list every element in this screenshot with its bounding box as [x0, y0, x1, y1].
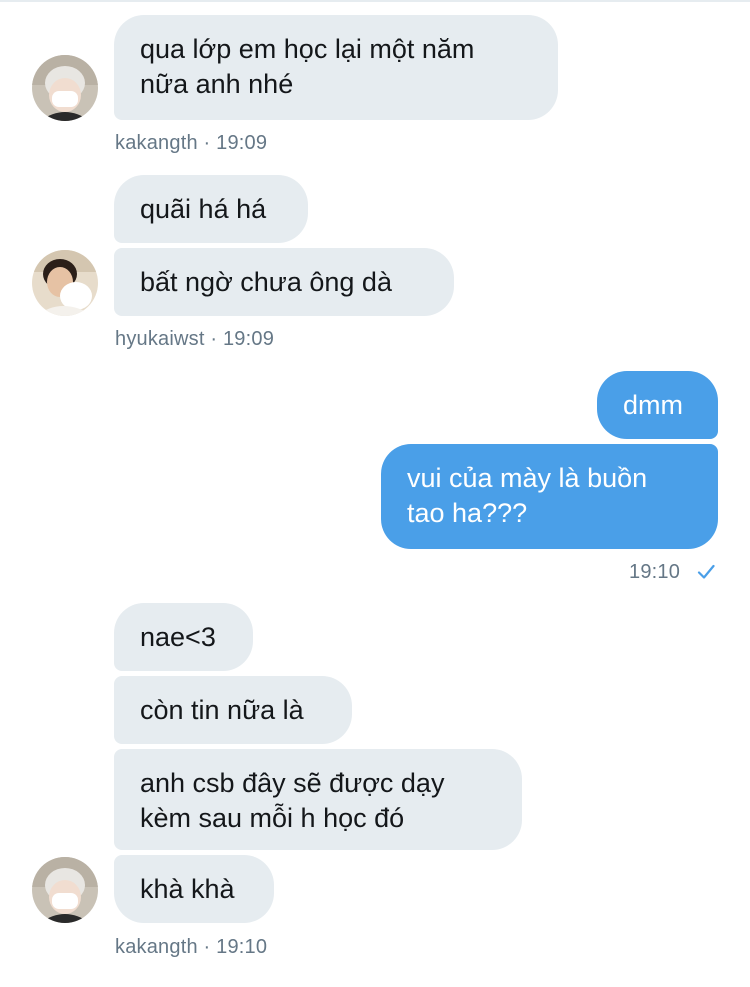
message-text-line: nae<3: [140, 622, 216, 652]
message-bubble-outgoing[interactable]: vui của mày là buồn tao ha???: [381, 444, 718, 549]
message-text-line: còn tin nữa là: [140, 695, 304, 725]
message-text-line: dmm: [623, 390, 683, 420]
message-bubble-incoming[interactable]: bất ngờ chưa ông dà: [114, 248, 454, 316]
message-text-line: kèm sau mỗi h học đó: [140, 803, 405, 833]
avatar-hyukaiwst[interactable]: [32, 250, 98, 316]
message-bubble-incoming[interactable]: khà khà: [114, 855, 274, 923]
message-text-line: bất ngờ chưa ông dà: [140, 267, 392, 297]
message-meta: 19:10: [629, 561, 681, 583]
message-bubble-outgoing[interactable]: dmm: [597, 371, 718, 439]
message-text-line: nữa anh nhé: [140, 69, 294, 99]
message-bubble-incoming[interactable]: anh csb đây sẽ được dạy kèm sau mỗi h họ…: [114, 749, 522, 850]
message-text-line: anh csb đây sẽ được dạy: [140, 768, 445, 798]
message-text-line: qua lớp em học lại một năm: [140, 34, 475, 64]
message-meta: kakangth · 19:09: [115, 132, 268, 154]
message-text-line: khà khà: [140, 874, 235, 904]
message-bubble-incoming[interactable]: qua lớp em học lại một năm nữa anh nhé: [114, 15, 558, 120]
message-bubble-incoming[interactable]: còn tin nữa là: [114, 676, 352, 744]
message-bubble-incoming[interactable]: nae<3: [114, 603, 253, 671]
read-check-icon: [697, 564, 715, 579]
message-bubble-incoming[interactable]: quãi há há: [114, 175, 308, 243]
message-text-line: quãi há há: [140, 194, 267, 224]
message-text-line: vui của mày là buồn: [407, 463, 648, 493]
message-meta: kakangth · 19:10: [115, 936, 268, 958]
message-text-line: tao ha???: [407, 498, 528, 528]
top-divider: [0, 0, 750, 2]
avatar-kakangth[interactable]: [32, 55, 98, 121]
avatar-kakangth[interactable]: [32, 857, 98, 923]
message-meta: hyukaiwst · 19:09: [115, 328, 275, 350]
